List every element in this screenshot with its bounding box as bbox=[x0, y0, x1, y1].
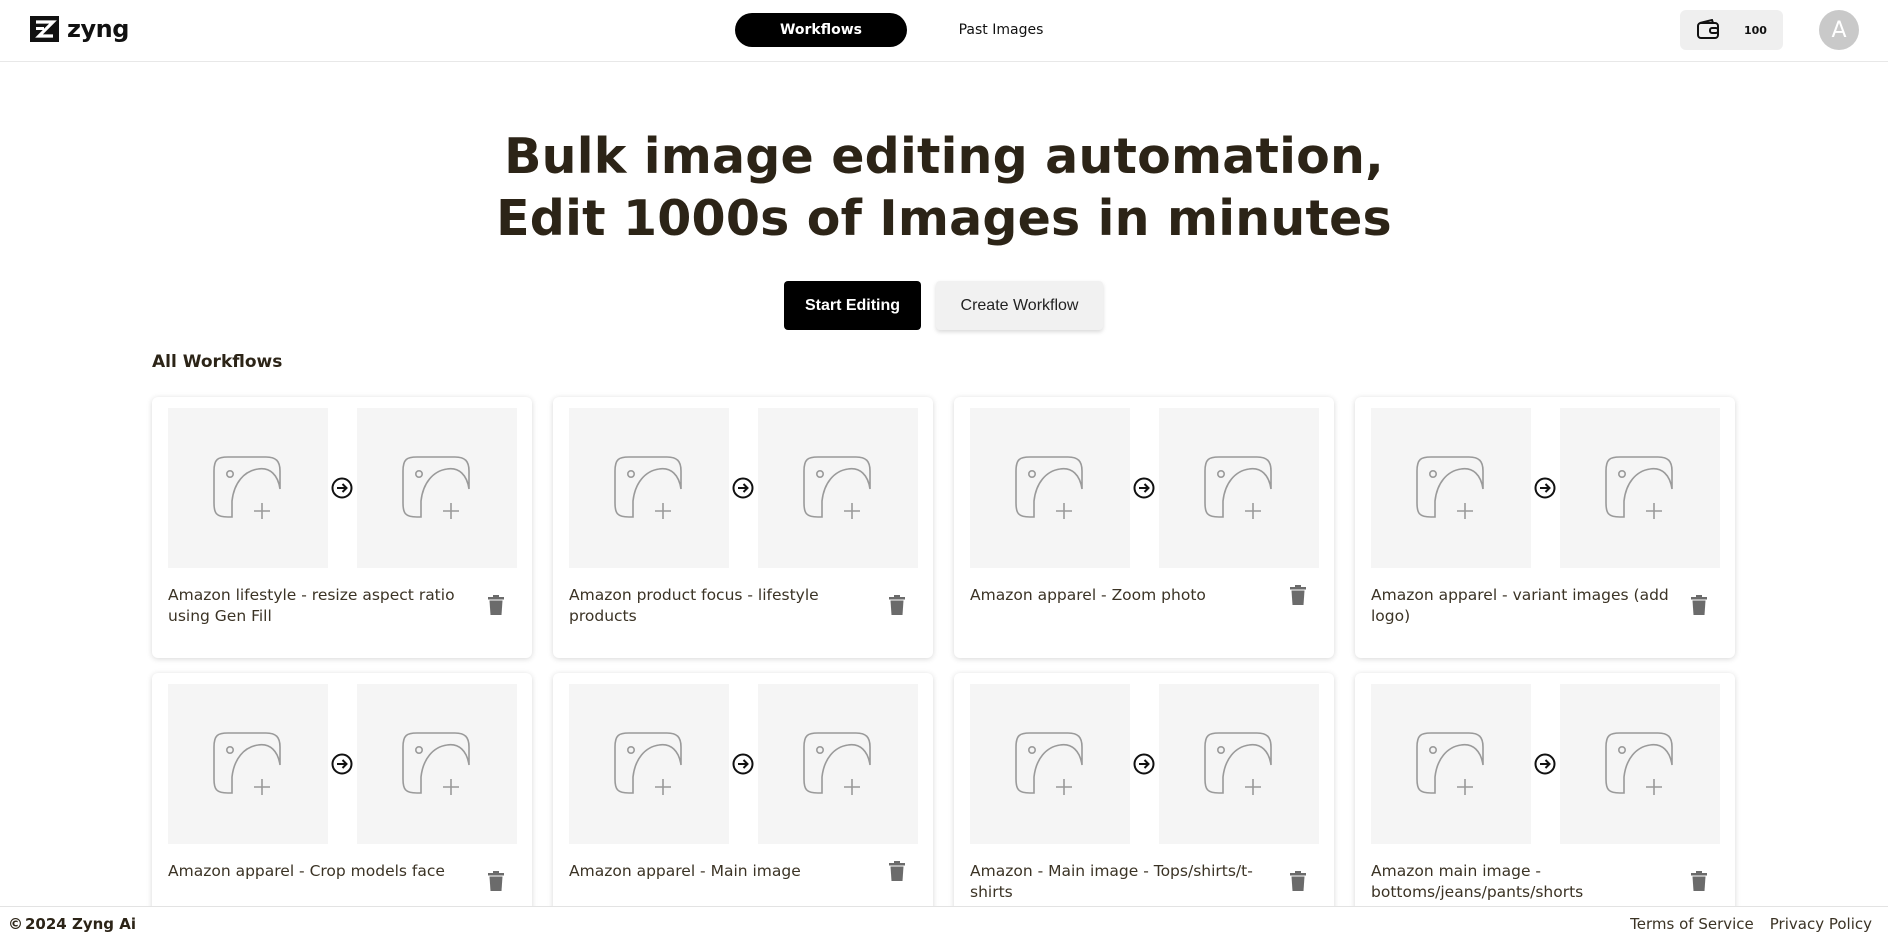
arrow-circle-right-icon bbox=[1534, 477, 1556, 499]
workflow-card[interactable]: Amazon - Main image - Tops/shirts/t-shir… bbox=[954, 673, 1334, 932]
trash-icon[interactable] bbox=[1691, 871, 1707, 891]
arrow-circle-right-icon bbox=[1133, 753, 1155, 775]
image-add-icon bbox=[1015, 456, 1083, 519]
workflow-card[interactable]: Amazon apparel - Crop models face bbox=[152, 673, 532, 932]
image-add-icon bbox=[1416, 456, 1484, 519]
section-title: All Workflows bbox=[152, 352, 283, 372]
image-add-icon bbox=[1015, 732, 1083, 795]
workflow-title: Amazon main image - bottoms/jeans/pants/… bbox=[1371, 862, 1584, 901]
workflow-title: Amazon apparel - Crop models face bbox=[168, 862, 445, 880]
workflow-grid: Amazon lifestyle - resize aspect ratio u… bbox=[152, 397, 1736, 932]
image-add-icon bbox=[1416, 732, 1484, 795]
hero-title-line-1: Bulk image editing automation, bbox=[504, 128, 1384, 185]
hero-title-line-2: Edit 1000s of Images in minutes bbox=[496, 190, 1392, 247]
hero-title: Bulk image editing automation, Edit 1000… bbox=[0, 126, 1888, 250]
arrow-circle-right-icon bbox=[1534, 753, 1556, 775]
trash-icon[interactable] bbox=[488, 871, 504, 891]
credits-button[interactable]: 100 bbox=[1680, 10, 1783, 50]
input-thumbnail bbox=[1371, 408, 1531, 568]
image-add-icon bbox=[213, 732, 281, 795]
copyright: © 2024 Zyng Ai bbox=[8, 915, 136, 932]
avatar[interactable]: A bbox=[1819, 10, 1859, 50]
input-thumbnail bbox=[970, 408, 1130, 568]
trash-icon[interactable] bbox=[488, 595, 504, 615]
image-add-icon bbox=[213, 456, 281, 519]
input-thumbnail bbox=[1371, 684, 1531, 844]
workflow-card[interactable]: Amazon apparel - Zoom photo bbox=[954, 397, 1334, 658]
output-thumbnail bbox=[1159, 684, 1319, 844]
workflow-card[interactable]: Amazon lifestyle - resize aspect ratio u… bbox=[152, 397, 532, 658]
image-add-icon bbox=[1204, 732, 1272, 795]
footer: © 2024 Zyng Ai Terms of Service Privacy … bbox=[0, 906, 1888, 932]
image-add-icon bbox=[614, 456, 682, 519]
copyright-text: 2024 Zyng Ai bbox=[25, 915, 137, 932]
top-header: zyng Workflows Past Images 100 A bbox=[0, 0, 1888, 62]
workflow-title: Amazon lifestyle - resize aspect ratio u… bbox=[168, 586, 455, 625]
arrow-circle-right-icon bbox=[732, 477, 754, 499]
trash-icon[interactable] bbox=[889, 861, 905, 881]
input-thumbnail bbox=[569, 408, 729, 568]
workflow-card[interactable]: Amazon product focus - lifestyle product… bbox=[553, 397, 933, 658]
workflow-card[interactable]: Amazon apparel - Main image bbox=[553, 673, 933, 932]
copyright-symbol: © bbox=[8, 915, 23, 932]
start-editing-button[interactable]: Start Editing bbox=[784, 281, 921, 330]
hero-actions: Start Editing Create Workflow bbox=[784, 281, 1103, 330]
output-thumbnail bbox=[758, 408, 918, 568]
trash-icon[interactable] bbox=[889, 595, 905, 615]
image-add-icon bbox=[1605, 456, 1673, 519]
tab-past-images[interactable]: Past Images bbox=[907, 13, 1095, 47]
terms-link[interactable]: Terms of Service bbox=[1630, 915, 1754, 932]
output-thumbnail bbox=[1560, 408, 1720, 568]
image-add-icon bbox=[614, 732, 682, 795]
output-thumbnail bbox=[758, 684, 918, 844]
wallet-icon bbox=[1697, 19, 1719, 39]
workflow-card[interactable]: Amazon main image - bottoms/jeans/pants/… bbox=[1355, 673, 1735, 932]
input-thumbnail bbox=[168, 408, 328, 568]
zyng-logo-icon bbox=[30, 16, 59, 42]
output-thumbnail bbox=[357, 408, 517, 568]
logo[interactable]: zyng bbox=[30, 16, 129, 42]
output-thumbnail bbox=[1560, 684, 1720, 844]
input-thumbnail bbox=[569, 684, 729, 844]
workflow-title: Amazon - Main image - Tops/shirts/t-shir… bbox=[970, 862, 1253, 901]
image-add-icon bbox=[1605, 732, 1673, 795]
input-thumbnail bbox=[970, 684, 1130, 844]
image-add-icon bbox=[402, 732, 470, 795]
logo-text: zyng bbox=[67, 15, 129, 43]
trash-icon[interactable] bbox=[1290, 585, 1306, 605]
tab-workflows[interactable]: Workflows bbox=[735, 13, 907, 47]
workflow-title: Amazon product focus - lifestyle product… bbox=[569, 586, 819, 625]
image-add-icon bbox=[803, 456, 871, 519]
main-nav: Workflows Past Images bbox=[735, 13, 1095, 47]
image-add-icon bbox=[803, 732, 871, 795]
workflow-card[interactable]: Amazon apparel - variant images (add log… bbox=[1355, 397, 1735, 658]
input-thumbnail bbox=[168, 684, 328, 844]
trash-icon[interactable] bbox=[1691, 595, 1707, 615]
image-add-icon bbox=[1204, 456, 1272, 519]
workflow-title: Amazon apparel - Zoom photo bbox=[970, 586, 1206, 604]
image-add-icon bbox=[402, 456, 470, 519]
arrow-circle-right-icon bbox=[331, 477, 353, 499]
arrow-circle-right-icon bbox=[732, 753, 754, 775]
arrow-circle-right-icon bbox=[1133, 477, 1155, 499]
create-workflow-button[interactable]: Create Workflow bbox=[936, 281, 1103, 330]
output-thumbnail bbox=[357, 684, 517, 844]
footer-links: Terms of Service Privacy Policy bbox=[1630, 915, 1872, 932]
credit-count: 100 bbox=[1744, 23, 1767, 37]
trash-icon[interactable] bbox=[1290, 871, 1306, 891]
workflow-title: Amazon apparel - Main image bbox=[569, 862, 801, 880]
privacy-link[interactable]: Privacy Policy bbox=[1770, 915, 1872, 932]
workflow-title: Amazon apparel - variant images (add log… bbox=[1371, 586, 1669, 625]
output-thumbnail bbox=[1159, 408, 1319, 568]
arrow-circle-right-icon bbox=[331, 753, 353, 775]
